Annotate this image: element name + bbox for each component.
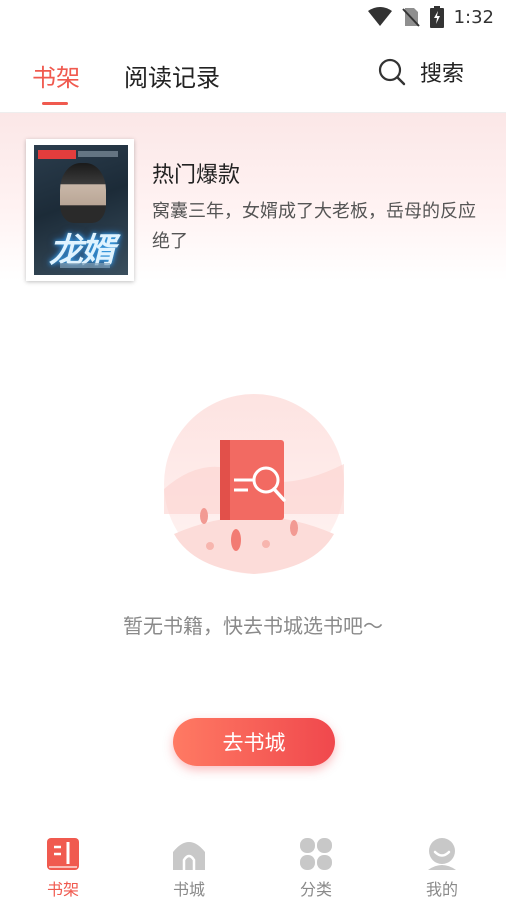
status-time: 1:32 — [453, 6, 494, 28]
status-icons: 1:32 — [367, 6, 494, 28]
nav-label-category: 分类 — [299, 880, 332, 899]
category-icon — [300, 838, 332, 870]
nav-item-bookshelf[interactable]: 书架 — [13, 836, 113, 900]
promo-description[interactable]: 窝囊三年，女婿成了大老板，岳母的反应绝了 — [152, 197, 482, 257]
nav-item-profile[interactable]: 我的 — [392, 836, 492, 900]
cover-character-illustration — [60, 163, 106, 223]
store-icon — [173, 842, 205, 870]
status-bar: 1:32 — [0, 0, 506, 34]
top-nav: 书架 阅读记录 搜索 — [0, 40, 506, 112]
nav-label-store: 书城 — [172, 880, 205, 899]
book-cover[interactable]: 龙婿 — [26, 139, 134, 281]
go-to-store-button[interactable]: 去书城 — [173, 718, 335, 766]
search-label: 搜索 — [420, 62, 465, 87]
bookshelf-icon — [47, 838, 79, 870]
nav-label-bookshelf: 书架 — [46, 880, 79, 899]
cover-publisher-text — [78, 151, 118, 157]
wifi-icon — [367, 7, 392, 26]
tab-bookshelf[interactable]: 书架 — [32, 58, 80, 93]
nav-item-store[interactable]: 书城 — [139, 836, 239, 900]
empty-state-message: 暂无书籍，快去书城选书吧～ — [123, 614, 383, 638]
active-tab-indicator — [42, 102, 68, 105]
search-button[interactable]: 搜索 — [378, 56, 464, 88]
bottom-nav: 书架 书城 分类 我的 — [0, 830, 506, 900]
cover-author-text — [60, 263, 110, 268]
nav-item-category[interactable]: 分类 — [266, 836, 366, 900]
profile-icon — [428, 838, 456, 870]
empty-bookshelf-illustration — [164, 394, 344, 574]
no-sim-icon — [401, 8, 420, 27]
book-cover-art: 龙婿 — [34, 145, 128, 275]
cover-publisher-badge — [38, 150, 76, 159]
promo-banner[interactable]: 龙婿 热门爆款 窝囊三年，女婿成了大老板，岳母的反应绝了 — [0, 112, 506, 281]
battery-charging-icon — [429, 6, 444, 28]
nav-label-profile: 我的 — [425, 880, 458, 899]
promo-title: 热门爆款 — [152, 163, 241, 188]
search-icon — [378, 58, 406, 86]
tab-reading-history[interactable]: 阅读记录 — [124, 58, 220, 93]
